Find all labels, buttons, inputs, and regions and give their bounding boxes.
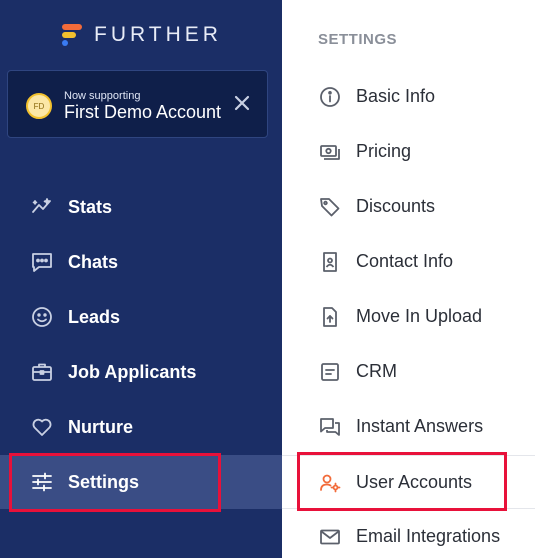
nav-item-stats[interactable]: Stats [0, 180, 282, 234]
chat-icon [32, 253, 52, 272]
user-accounts-highlight-box [297, 452, 507, 511]
settings-label-discounts: Discounts [356, 196, 436, 216]
nav-label-leads: Leads [68, 306, 121, 327]
nav-item-job-applicants[interactable]: Job Applicants [0, 345, 282, 399]
settings-item-pricing[interactable]: Pricing [282, 125, 535, 179]
answers-icon [320, 418, 340, 436]
money-icon [320, 145, 340, 160]
support-account-name: First Demo Account [64, 102, 222, 122]
contact-icon [323, 252, 337, 272]
logo-icon [60, 22, 82, 48]
nav-label-stats: Stats [68, 196, 113, 217]
settings-label-instant-answers: Instant Answers [356, 416, 484, 436]
settings-item-contact-info[interactable]: Contact Info [282, 235, 535, 289]
support-account-card: FD Now supporting First Demo Account [7, 70, 268, 138]
settings-item-move-in-upload[interactable]: Move In Upload [282, 290, 535, 344]
settings-title: SETTINGS [318, 31, 398, 48]
heart-icon [32, 418, 52, 436]
nav-label-chats: Chats [68, 251, 119, 272]
settings-label-pricing: Pricing [356, 141, 412, 161]
crm-icon [321, 363, 339, 381]
settings-item-basic-info[interactable]: Basic Info [282, 70, 535, 124]
account-avatar: FD [26, 93, 52, 119]
mail-icon [320, 529, 340, 545]
nav-item-chats[interactable]: Chats [0, 235, 282, 289]
brand-logo[interactable]: FURTHER [60, 22, 222, 48]
nav-label-job-applicants: Job Applicants [68, 361, 197, 382]
info-icon [320, 87, 340, 107]
nav-item-leads[interactable]: Leads [0, 290, 282, 344]
settings-item-crm[interactable]: CRM [282, 345, 535, 399]
settings-label-contact-info: Contact Info [356, 251, 454, 271]
briefcase-icon [32, 363, 52, 381]
nav-label-nurture: Nurture [68, 416, 134, 437]
settings-label-crm: CRM [356, 361, 397, 381]
support-label: Now supporting [64, 90, 141, 102]
smiley-icon [32, 307, 52, 327]
settings-item-instant-answers[interactable]: Instant Answers [282, 400, 535, 454]
upload-icon [323, 307, 337, 327]
settings-item-discounts[interactable]: Discounts [282, 180, 535, 234]
settings-label-basic-info: Basic Info [356, 86, 436, 106]
settings-highlight-box [9, 453, 221, 512]
close-icon[interactable] [232, 93, 252, 113]
tag-icon [320, 198, 340, 217]
nav-item-nurture[interactable]: Nurture [0, 400, 282, 454]
settings-item-email-integrations[interactable]: Email Integrations [282, 510, 535, 558]
stats-icon [32, 198, 51, 213]
settings-label-email-integrations: Email Integrations [356, 526, 501, 546]
brand-name: FURTHER [94, 23, 222, 46]
settings-label-move-in-upload: Move In Upload [356, 306, 483, 326]
